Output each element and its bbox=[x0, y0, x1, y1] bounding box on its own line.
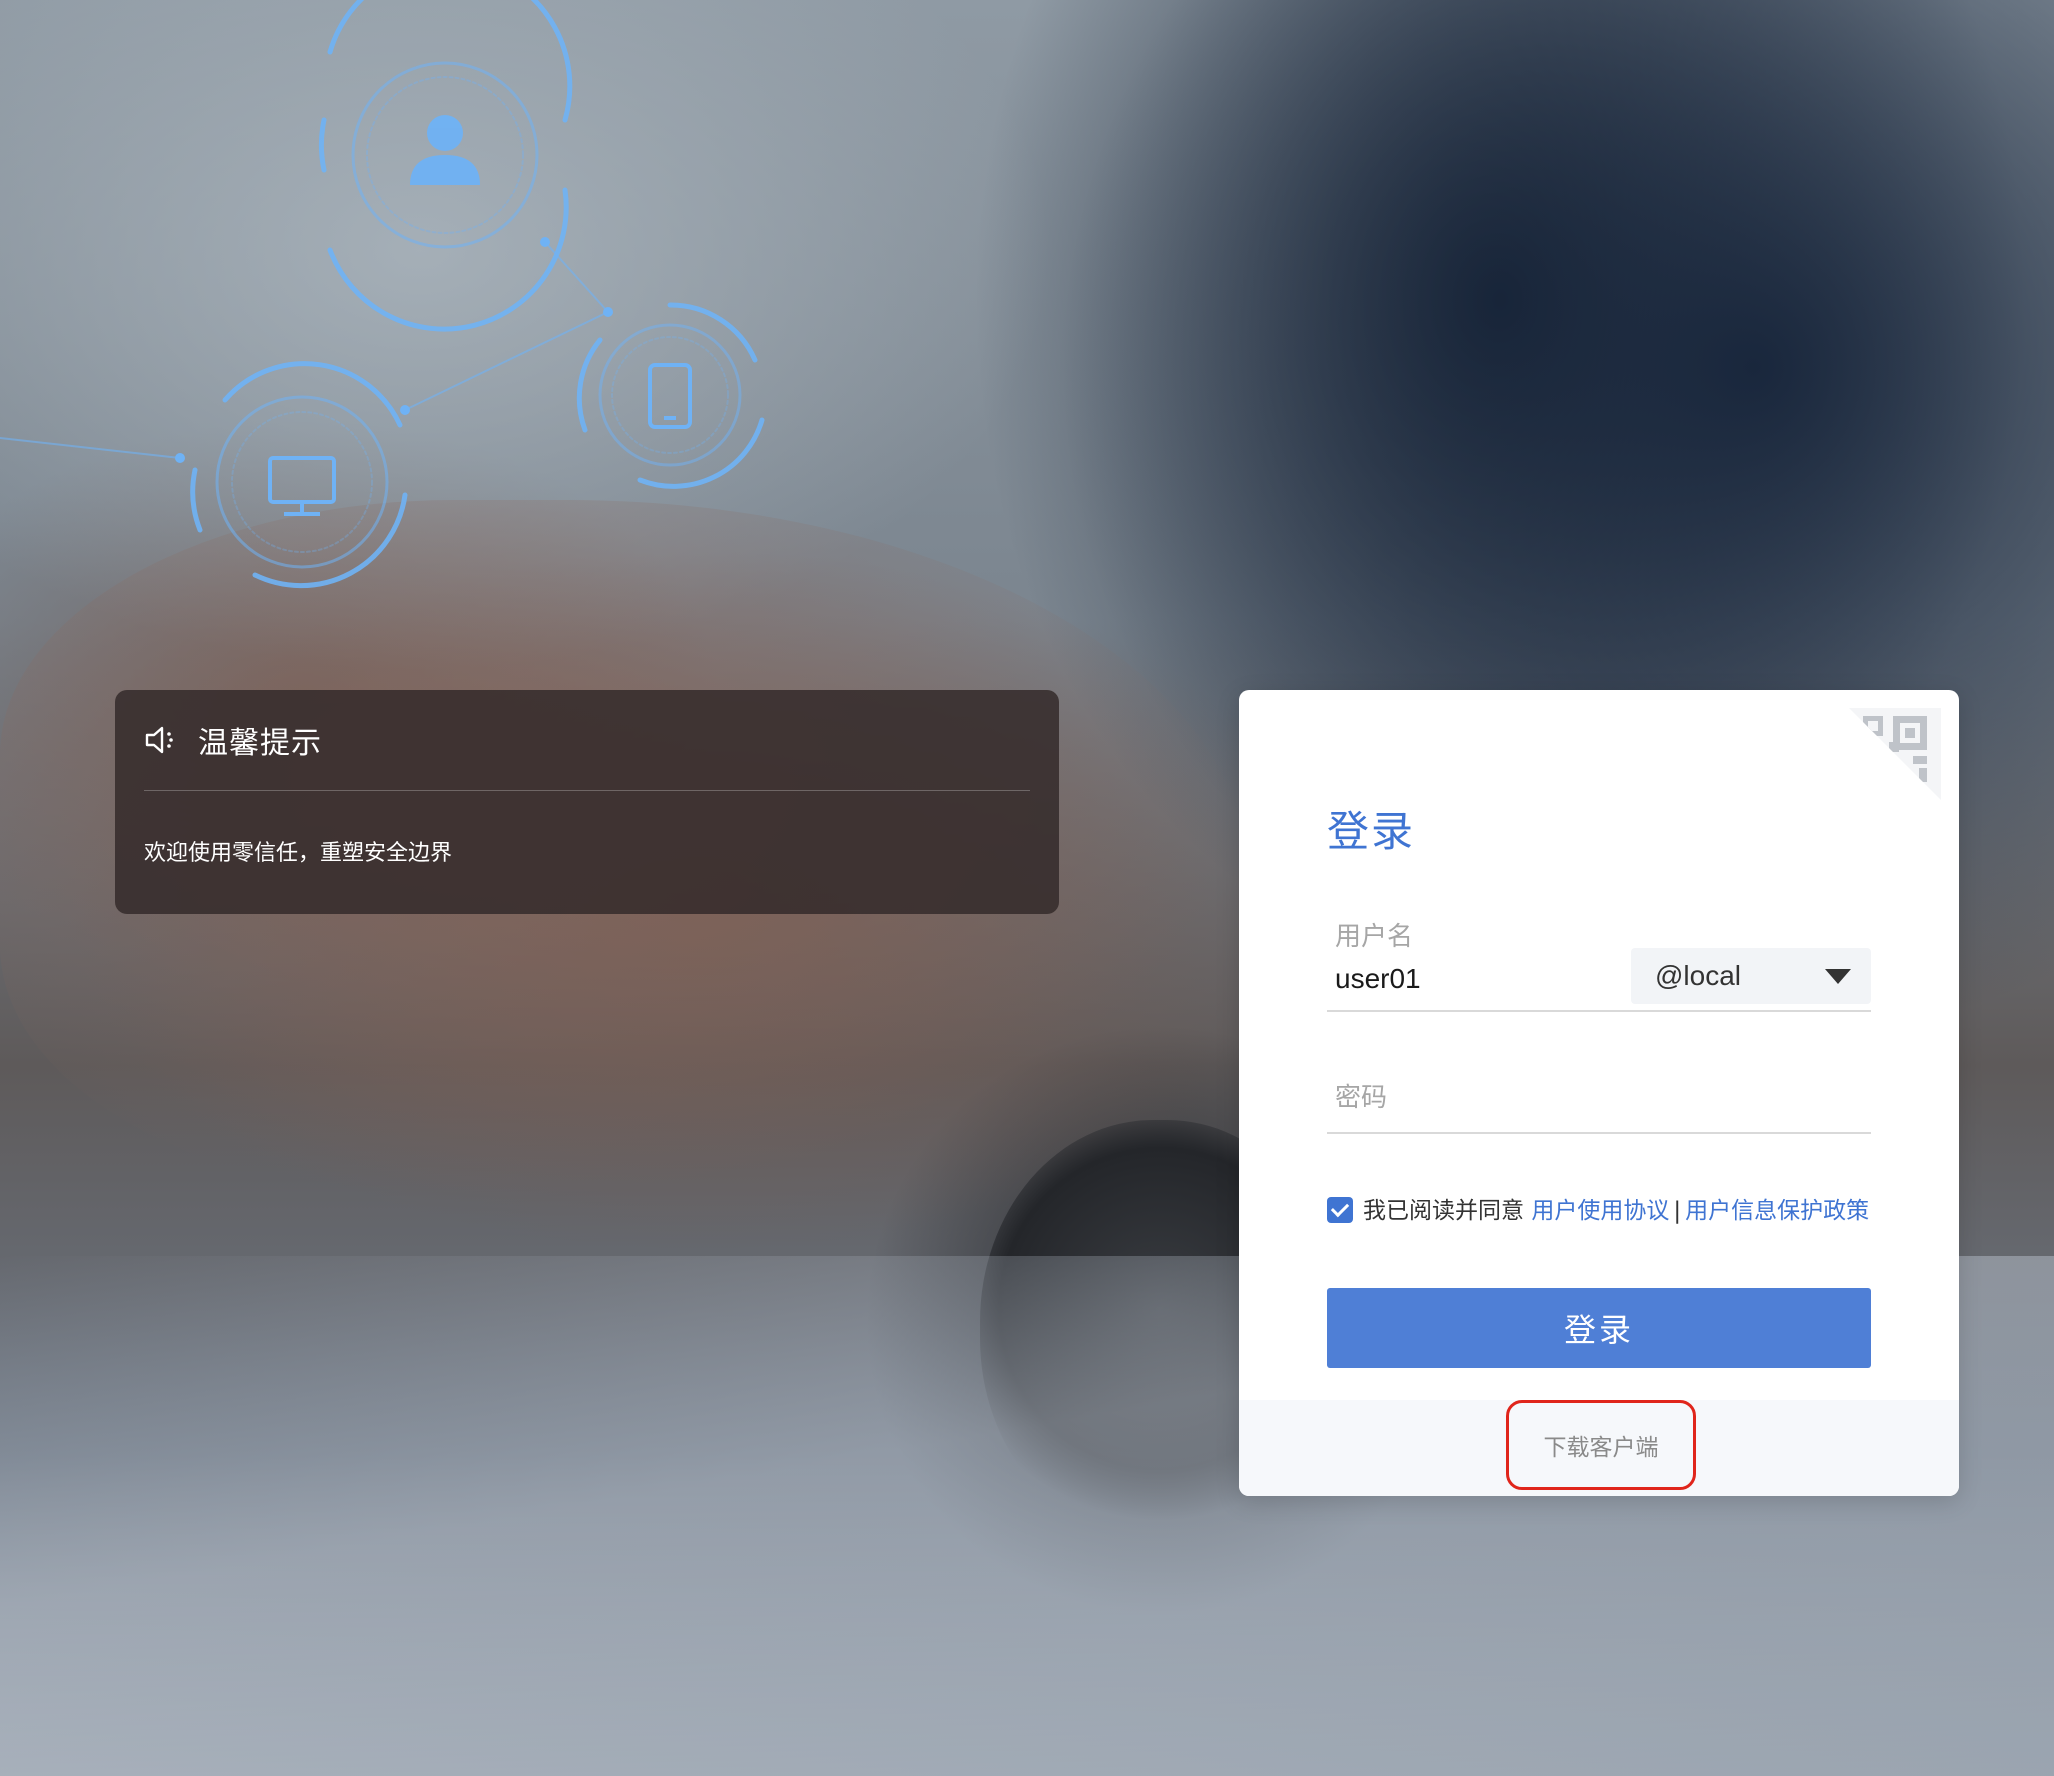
monitor-icon bbox=[268, 456, 336, 516]
domain-select[interactable]: @local bbox=[1631, 948, 1871, 1004]
password-field-row bbox=[1327, 1062, 1871, 1134]
tips-title: 温馨提示 bbox=[198, 726, 322, 761]
login-card: 登录 用户名 @local 我已阅读并同意 用户使用协议|用户信息保护政策 登录… bbox=[1239, 690, 1959, 1496]
network-illustration bbox=[0, 0, 765, 589]
agreement-row: 我已阅读并同意 用户使用协议 | 用户信息保护政策 bbox=[1327, 1192, 1871, 1230]
tips-panel: 温馨提示 欢迎使用零信任，重塑安全边界 bbox=[115, 690, 1059, 914]
login-button[interactable]: 登录 bbox=[1327, 1288, 1871, 1368]
agree-separator: | bbox=[1673, 1198, 1682, 1224]
mobile-node bbox=[576, 302, 765, 489]
terms-link[interactable]: 用户使用协议 bbox=[1531, 1198, 1669, 1224]
qr-code-icon[interactable] bbox=[1849, 708, 1941, 800]
agree-checkbox[interactable] bbox=[1327, 1197, 1353, 1223]
tips-message: 欢迎使用零信任，重塑安全边界 bbox=[144, 841, 453, 866]
password-input[interactable] bbox=[1335, 1076, 1855, 1120]
card-footer: 下载客户端 bbox=[1239, 1400, 1959, 1496]
user-icon bbox=[410, 115, 480, 185]
download-client-link[interactable]: 下载客户端 bbox=[1506, 1400, 1696, 1490]
chevron-down-icon bbox=[1825, 968, 1851, 984]
speaker-icon bbox=[144, 723, 178, 757]
agree-text: 我已阅读并同意 bbox=[1363, 1198, 1524, 1224]
monitor-node bbox=[190, 361, 408, 589]
username-field-row: @local bbox=[1327, 948, 1871, 1012]
login-title: 登录 bbox=[1327, 807, 1416, 856]
username-input[interactable] bbox=[1335, 956, 1635, 1002]
domain-value: @local bbox=[1655, 960, 1742, 991]
tips-header: 温馨提示 bbox=[144, 690, 1030, 791]
mobile-phone-icon bbox=[648, 363, 692, 429]
privacy-policy-link[interactable]: 用户信息保护政策 bbox=[1685, 1198, 1869, 1224]
